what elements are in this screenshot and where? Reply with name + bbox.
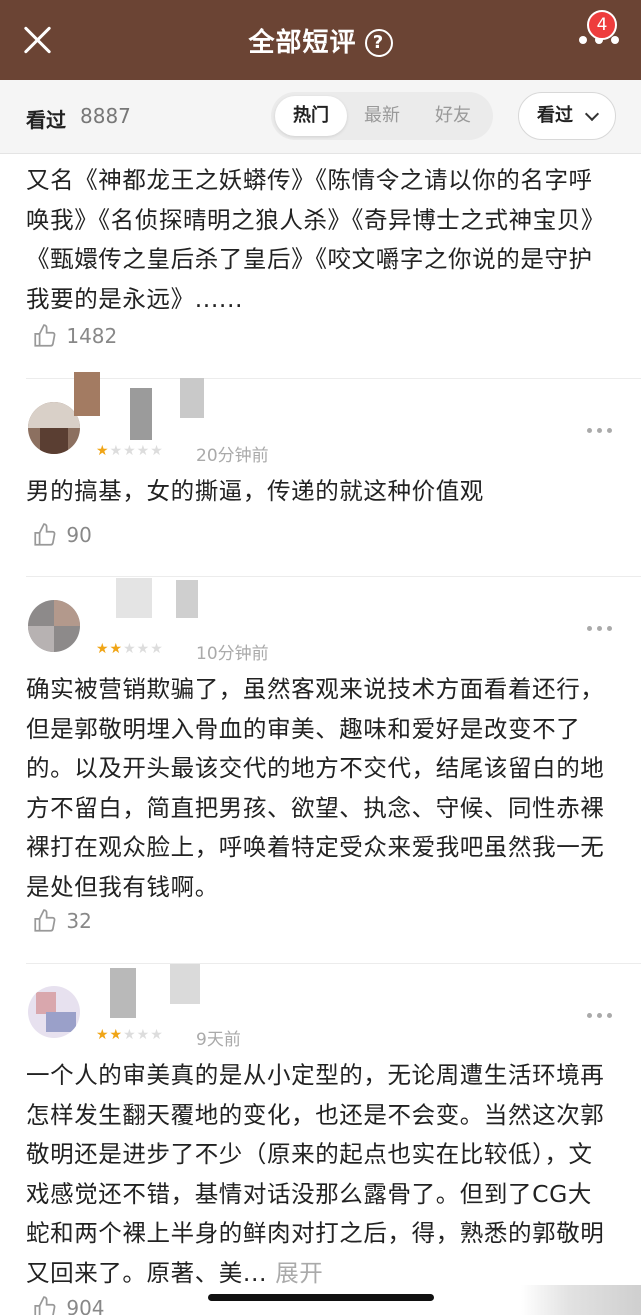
star-rating: ★★★★★ [96,641,164,657]
star-rating: ★★★★★ [96,1027,164,1043]
chevron-down-icon [584,106,600,122]
avatar[interactable] [28,600,80,652]
thumbs-up-icon [34,1295,56,1315]
expand-link[interactable]: 展开 [275,1259,323,1287]
page-title: 全部短评 [248,28,357,58]
page-title-wrap: 全部短评? [0,22,641,59]
status-dropdown[interactable]: 看过 [518,92,616,140]
pixelated-username [74,372,100,416]
avatar[interactable] [28,986,80,1038]
pixelated-username [130,388,152,440]
filter-bar: 看过 8887 热门 最新 好友 看过 [0,80,641,154]
thumbs-up-icon [34,522,56,546]
like-count: 90 [66,522,92,547]
divider [26,378,641,379]
notification-badge: 4 [587,10,617,40]
divider [26,963,641,964]
top-bar: 全部短评? 4 [0,0,641,80]
pixelated-username [176,580,198,618]
thumbs-up-icon [34,908,56,932]
tab-friends[interactable]: 好友 [417,96,489,136]
review-text-body: 一个人的审美真的是从小定型的，无论周遭生活环境再怎样发生翻天覆地的变化，也还是不… [26,1061,605,1287]
review-text: 又名《神都龙王之妖蟒传》《陈情令之请以你的名字呼唤我》《名侦探晴明之狼人杀》《奇… [26,166,605,313]
like-button[interactable]: 90 [32,521,92,551]
review-time: 20分钟前 [196,446,269,466]
review-text: 一个人的审美真的是从小定型的，无论周遭生活环境再怎样发生翻天覆地的变化，也还是不… [26,1056,616,1294]
thumbs-up-icon [34,323,56,347]
pixelated-username [180,378,204,418]
tab-hot[interactable]: 热门 [275,96,347,136]
like-button[interactable]: 1482 [32,322,117,352]
pixelated-username [110,968,136,1018]
more-options-icon[interactable] [587,626,613,632]
like-count: 904 [66,1295,105,1315]
avatar[interactable] [28,402,80,454]
help-circle-icon[interactable]: ? [364,29,393,57]
status-dropdown-label: 看过 [537,105,573,126]
review-text: 男的搞基，女的撕逼，传递的就这种价值观 [26,477,484,505]
pixelated-username [116,578,152,618]
home-indicator[interactable] [208,1294,434,1301]
like-button[interactable]: 32 [32,907,92,937]
review-time: 10分钟前 [196,644,269,664]
star-rating: ★★★★★ [96,443,164,459]
more-options-icon[interactable] [587,428,613,434]
tab-latest[interactable]: 最新 [346,96,418,136]
review-time: 9天前 [196,1030,241,1050]
review-text: 确实被营销欺骗了，虽然客观来说技术方面看着还行，但是郭敬明埋入骨血的审美、趣味和… [26,675,605,901]
divider [26,576,641,577]
pixelated-username [170,964,200,1004]
like-count: 32 [66,908,92,933]
sort-tabs: 热门 最新 好友 [271,92,493,140]
like-count: 1482 [66,323,118,348]
seen-label: 看过 [26,108,66,132]
like-button[interactable]: 904 [32,1294,105,1315]
seen-count: 8887 [80,104,131,128]
watermark-blur [521,1285,641,1315]
more-options-icon[interactable] [587,1013,613,1019]
